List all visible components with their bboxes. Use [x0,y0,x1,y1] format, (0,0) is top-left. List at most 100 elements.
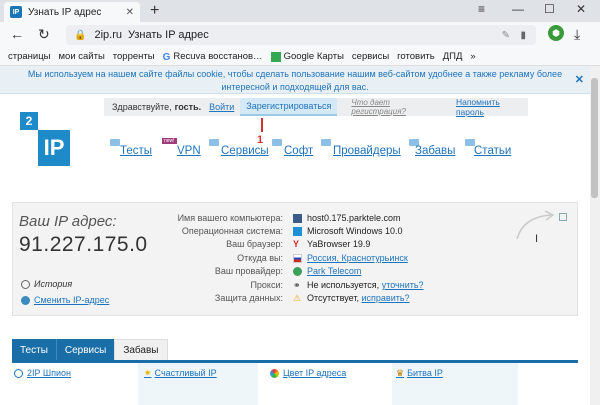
change-ip-link[interactable]: Сменить IP-адрес [21,295,109,305]
tests-icon [110,139,120,146]
bookmark-label: Recuva восстанов… [173,51,263,62]
history-label: История [34,279,73,289]
service-spy[interactable]: 2IP Шпион [14,366,71,380]
why-register-link[interactable]: Что дает регистрация? [351,98,444,116]
service-label: Счастливый IP [154,368,217,378]
page-scrollbar[interactable] [590,66,600,405]
scrollbar-thumb[interactable] [591,78,598,198]
menu-icon[interactable]: ≡ [478,2,485,16]
download-icon[interactable]: ⤓ [574,26,580,43]
info-value: host0.175.parktele.com [293,213,401,223]
nav-software[interactable]: Софт [284,145,313,157]
site-favicon: IP [10,6,22,18]
greeting-text: Здравствуйте, [112,102,172,112]
pen-icon[interactable]: ✎ [502,30,510,41]
title-bar: IP Узнать IP адрес ✕ + ≡ — ☐ ✕ [0,0,600,22]
info-value: Park Telecom [293,266,361,276]
bookmark-item[interactable]: торренты [113,51,155,62]
location-link[interactable]: Россия, Краснотурьинск [307,253,408,263]
browser-tab[interactable]: IP Узнать IP адрес ✕ [4,2,140,22]
cookie-notice: Мы используем на нашем сайте файлы cooki… [0,66,600,94]
proxy-icon: ⚭ [293,279,301,290]
new-badge: new! [162,138,177,144]
bookmark-item[interactable]: мои сайты [59,51,105,62]
nav-tests[interactable]: Тесты [120,145,152,157]
navigation-bar: ← ↻ 🔒 2ip.ru Узнать IP адрес ✎ ▮ ⬢ ⤓ [0,22,600,48]
back-icon[interactable]: ← [10,26,24,42]
url-page-title: Узнать IP адрес [127,29,209,41]
bookmark-item[interactable]: готовить [397,51,435,62]
logo-badge: 2 [20,112,38,130]
register-button[interactable]: Зарегистрироваться [240,98,338,116]
info-label: Имя вашего компьютера: [177,213,283,223]
provider-icon [293,266,302,276]
fix-protection-link[interactable]: исправить? [362,293,410,303]
nav-fun[interactable]: Забавы [415,145,455,157]
ip-caption: Ваш IP адрес: [19,213,117,230]
login-link[interactable]: Войти [209,102,234,112]
tab-services[interactable]: Сервисы [55,339,115,361]
url-domain: 2ip.ru [94,29,122,41]
guest-text: гость. [174,102,202,112]
info-value: ⚭ Не используется, уточнить? [293,280,424,290]
bookmark-item[interactable]: ДПД [443,51,463,62]
info-label: Ваш браузер: [226,239,283,249]
maximize-icon[interactable]: ☐ [544,2,555,16]
service-ip-color[interactable]: Цвет IP адреса [270,366,346,380]
flag-russia-icon [293,253,302,263]
bookmark-item[interactable]: сервисы [352,51,389,62]
tab-title: Узнать IP адрес [28,6,102,18]
bookmark-maps-item[interactable]: Google Карты [270,51,344,62]
reload-icon[interactable]: ↻ [38,26,50,43]
bookmark-item[interactable]: страницы [8,51,51,62]
content-tabs: Тесты Сервисы Забавы [12,339,168,361]
history-icon [21,279,30,289]
history-link[interactable]: История [21,279,72,289]
info-label: Прокси: [250,280,283,290]
ip-address-value[interactable]: 91.227.175.0 [19,233,148,257]
nav-services[interactable]: Сервисы [221,145,269,157]
windows-icon [293,226,302,236]
google-icon: G [162,51,171,63]
info-value: ⚠ Отсутствует, исправить? [293,293,410,303]
proxy-check-link[interactable]: уточнить? [382,280,424,290]
close-tab-icon[interactable]: ✕ [126,7,134,18]
tab-fun[interactable]: Забавы [114,339,168,361]
minimize-icon[interactable]: — [512,2,524,16]
protection-status: Отсутствует, [307,293,359,303]
info-label: Ваш провайдер: [214,266,283,276]
nav-vpn[interactable]: VPN [177,145,201,157]
service-ip-battle[interactable]: ♛ Битва IP [396,366,443,380]
services-icon [209,139,219,146]
color-wheel-icon [270,368,279,378]
close-icon[interactable]: ✕ [575,74,584,87]
yandex-icon: Y [293,238,300,249]
nav-articles[interactable]: Статьи [474,145,511,157]
proxy-status: Не используется, [307,280,380,290]
info-value: Россия, Краснотурьинск [293,253,408,263]
copy-icon[interactable] [559,213,567,221]
site-logo[interactable]: 2 IP [20,112,70,166]
remind-password-link[interactable]: Напомнить пароль [456,97,528,117]
new-tab-icon[interactable]: + [150,2,159,20]
service-label: Цвет IP адреса [283,368,347,378]
extension-icon[interactable]: ⬢ [548,25,564,41]
close-window-icon[interactable]: ✕ [576,2,586,16]
bookmarks-more-icon[interactable]: » [470,51,475,62]
spy-icon [14,368,23,378]
computer-name: host0.175.parktele.com [307,213,401,223]
service-lucky-ip[interactable]: ✷ Счастливый IP [144,366,217,380]
bookmark-icon[interactable]: ▮ [520,30,526,41]
nav-providers[interactable]: Провайдеры [333,145,401,157]
address-bar[interactable]: 🔒 2ip.ru Узнать IP адрес ✎ ▮ [66,25,536,45]
login-bar: Здравствуйте, гость. Войти Зарегистриров… [104,97,528,117]
provider-link[interactable]: Park Telecom [307,266,361,276]
providers-icon [321,139,331,146]
bookmark-google-item[interactable]: G Recuva восстанов… [162,51,263,63]
cookie-text: Мы используем на нашем сайте файлы cooki… [27,69,563,92]
battle-icon: ♛ [396,367,405,378]
tab-tests[interactable]: Тесты [12,339,56,361]
info-label: Операционная система: [181,226,283,236]
maps-icon [270,51,281,62]
change-ip-label: Сменить IP-адрес [34,295,110,305]
